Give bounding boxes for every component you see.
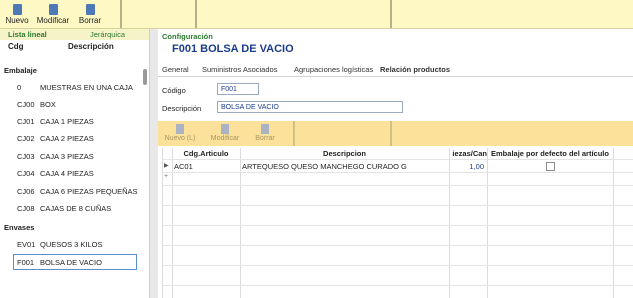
list-item-code: CJ08 [17, 204, 35, 213]
list-item-desc: CAJA 6 PIEZAS PEQUEÑAS [40, 187, 138, 196]
grid-line [162, 205, 633, 206]
tab-suministros-asociados[interactable]: Suministros Asociados [202, 65, 277, 74]
default-packaging-checkbox[interactable] [546, 162, 555, 171]
list-item-code: CJ01 [17, 117, 35, 126]
table-row[interactable]: ▶ AC01 ARTEQUESO QUESO MANCHEGO CURADO G… [162, 160, 613, 172]
group-envases[interactable]: Envases [4, 223, 34, 232]
grid-line [162, 285, 633, 286]
list-item-desc: BOLSA DE VACIO [40, 258, 102, 267]
list-item-code: EV01 [17, 240, 36, 249]
toolbar-separator [195, 0, 197, 28]
list-item-code: CJ03 [17, 152, 35, 161]
cell-descripcion: ARTEQUESO QUESO MANCHEGO CURADO G [242, 162, 407, 171]
tab-jerarquica[interactable]: Jerárquica [90, 30, 125, 39]
list-item-desc: CAJA 3 PIEZAS [40, 152, 94, 161]
scrollbar-thumb[interactable] [143, 69, 147, 85]
modify-product-button[interactable]: Modificar [205, 121, 245, 146]
products-grid: Cdg.Articulo Descripcion iezas/Can Embal… [162, 148, 633, 298]
section-label: Configuración [162, 32, 213, 41]
delete-button[interactable]: Borrar [75, 0, 105, 28]
delete-product-label: Borrar [255, 135, 275, 142]
modify-icon [48, 4, 58, 15]
list-item[interactable]: 0 MUESTRAS EN UNA CAJA [0, 83, 140, 97]
list-item[interactable]: CJ00 BOX [0, 100, 140, 114]
new-product-button[interactable]: Nuevo (L) [162, 121, 198, 146]
tab-relacion-productos[interactable]: Relación productos [380, 65, 450, 74]
list-item-code: CJ04 [17, 169, 35, 178]
tab-agrupaciones-logisticas[interactable]: Agrupaciones logísticas [294, 65, 373, 74]
grid-line [162, 185, 633, 186]
grid-line [162, 265, 633, 266]
delete-product-button[interactable]: Borrar [250, 121, 280, 146]
list-item-desc: CAJA 2 PIEZAS [40, 134, 94, 143]
list-item-code: 0 [17, 83, 22, 92]
list-item[interactable]: CJ04 CAJA 4 PIEZAS [0, 169, 140, 183]
list-item-code: CJ06 [17, 187, 35, 196]
description-field[interactable]: BOLSA DE VACIO [217, 101, 403, 113]
column-header-articulo[interactable]: Cdg.Articulo [172, 148, 240, 159]
list-item-desc: QUESOS 3 KILOS [40, 240, 103, 249]
column-header-embalaje-defecto[interactable]: Embalaje por defecto del artículo [487, 148, 613, 159]
list-item-code: CJ00 [17, 100, 35, 109]
delete-icon [261, 124, 269, 134]
delete-icon [85, 4, 95, 15]
toolbar-separator [390, 0, 392, 28]
new-icon [12, 4, 22, 15]
list-item[interactable]: CJ01 CAJA 1 PIEZAS [0, 117, 140, 131]
grid-line [162, 225, 633, 226]
grid-line [162, 172, 633, 173]
modify-product-label: Modificar [210, 135, 240, 142]
detail-tabs: General Suministros Asociados Agrupacion… [158, 64, 633, 77]
list-item-code: CJ02 [17, 134, 35, 143]
list-item-desc: CAJA 1 PIEZAS [40, 117, 94, 126]
grid-line [162, 245, 633, 246]
description-label: Descripción [162, 104, 202, 113]
toolbar-separator [293, 121, 295, 146]
list-item[interactable]: CJ08 CAJAS DE 8 CUÑAS [0, 204, 140, 218]
row-pointer-icon: ▶ [164, 163, 169, 169]
main-toolbar: Nuevo Modificar Borrar [0, 0, 633, 29]
new-product-label: Nuevo (L) [164, 135, 196, 142]
toolbar-separator [390, 121, 392, 146]
new-icon [176, 124, 184, 134]
delete-button-label: Borrar [78, 16, 102, 25]
page-title: F001 BOLSA DE VACIO [172, 43, 294, 55]
list-item[interactable]: CJ06 CAJA 6 PIEZAS PEQUEÑAS [0, 187, 140, 201]
list-item[interactable]: CJ02 CAJA 2 PIEZAS [0, 134, 140, 148]
list-item-desc: CAJAS DE 8 CUÑAS [40, 204, 112, 213]
tab-general[interactable]: General [162, 65, 189, 74]
column-header-descripcion[interactable]: Descripcion [240, 148, 449, 159]
code-field[interactable]: F001 [217, 83, 259, 95]
panel-divider [150, 29, 158, 298]
list-item[interactable]: EV01 QUESOS 3 KILOS [0, 240, 140, 254]
toolbar-separator [120, 0, 122, 28]
list-item-desc: MUESTRAS EN UNA CAJA [40, 83, 133, 92]
modify-button-label: Modificar [36, 16, 70, 25]
column-header-description[interactable]: Descripción [68, 42, 114, 56]
list-item-desc: BOX [40, 100, 56, 109]
grid-line [613, 148, 614, 298]
tab-lista-lineal[interactable]: Lista lineal [8, 30, 47, 39]
cell-articulo: AC01 [174, 162, 193, 171]
left-list-panel: Lista lineal Jerárquica Cdg Descripción … [0, 29, 150, 298]
group-embalaje[interactable]: Embalaje [4, 66, 37, 75]
list-item-selected[interactable]: F001 BOLSA DE VACIO [13, 254, 137, 270]
cell-cantidad: 1,00 [469, 162, 484, 171]
new-button-label: Nuevo [5, 16, 29, 25]
add-row-icon[interactable]: + [164, 173, 168, 180]
left-tabs: Lista lineal Jerárquica [0, 29, 149, 40]
column-header-cantidad[interactable]: iezas/Can [449, 148, 487, 159]
list-item-desc: CAJA 4 PIEZAS [40, 169, 94, 178]
modify-icon [221, 124, 229, 134]
column-header-code[interactable]: Cdg [8, 42, 24, 56]
modify-button[interactable]: Modificar [35, 0, 71, 28]
code-label: Código [162, 86, 186, 95]
list-item[interactable]: CJ03 CAJA 3 PIEZAS [0, 152, 140, 166]
new-button[interactable]: Nuevo [2, 0, 32, 28]
list-item-code: F001 [17, 258, 35, 267]
